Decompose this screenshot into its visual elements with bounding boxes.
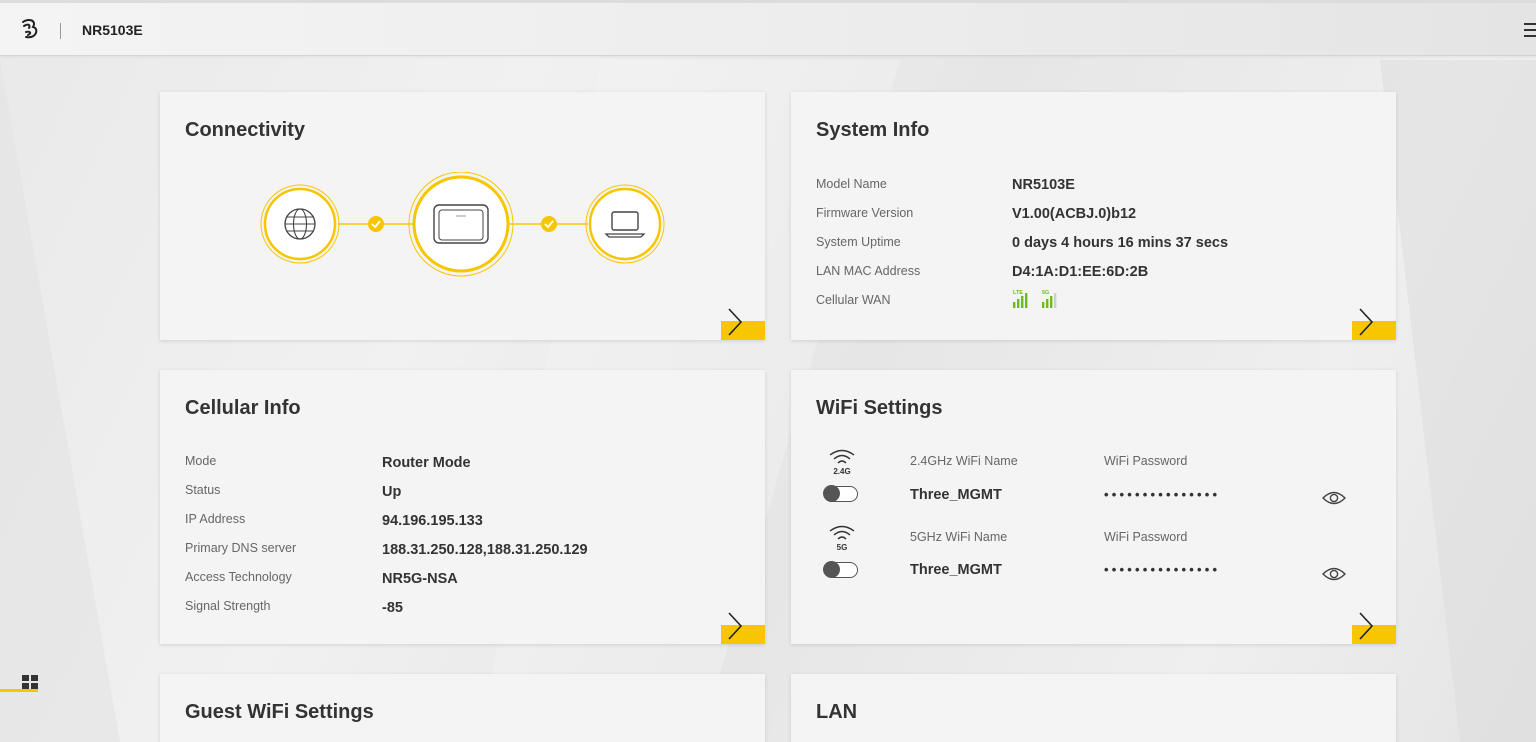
system-uptime-label: System Uptime <box>816 235 901 249</box>
show-password-eye-icon[interactable] <box>1322 490 1346 506</box>
model-title: NR5103E <box>82 22 143 38</box>
system-info-title: System Info <box>816 119 930 141</box>
lan-card: LAN <box>791 674 1396 742</box>
chevron-right-icon <box>728 308 743 336</box>
wifi-5g-icon: 5G <box>829 525 855 552</box>
connectivity-title: Connectivity <box>185 119 306 141</box>
lan-mac-label: LAN MAC Address <box>816 264 921 278</box>
signal-bar <box>1054 293 1057 308</box>
wifi-5g-name-label: 5GHz WiFi Name <box>910 530 1008 544</box>
cellular-info-card: Cellular Info Mode Router Mode Status Up… <box>160 370 765 644</box>
mode-value: Router Mode <box>382 455 471 471</box>
chevron-right-icon <box>1359 612 1374 640</box>
logo-separator <box>60 23 61 39</box>
connectivity-card: Connectivity <box>160 92 765 340</box>
access-technology-label: Access Technology <box>185 570 292 584</box>
wifi-5g-password-label: WiFi Password <box>1104 530 1188 544</box>
show-password-eye-icon[interactable] <box>1322 566 1346 582</box>
wifi-2g-password-label: WiFi Password <box>1104 454 1188 468</box>
cellular-signal-icon: LTE 5G <box>1013 290 1057 308</box>
lan-mac-value: D4:1A:D1:EE:6D:2B <box>1012 264 1149 280</box>
ip-address-value: 94.196.195.133 <box>382 513 483 529</box>
band-label: 2.4G <box>833 467 850 476</box>
grid-icon <box>0 675 38 692</box>
model-name-value: NR5103E <box>1012 177 1075 193</box>
signal-strength-value: -85 <box>382 600 403 616</box>
chevron-right-icon <box>1359 308 1374 336</box>
band-label: 5G <box>837 543 848 552</box>
system-info-card: System Info Model Name NR5103E Firmware … <box>791 92 1396 340</box>
cellular-info-more-button[interactable] <box>721 612 765 644</box>
lan-title: LAN <box>816 701 858 723</box>
check-icon <box>541 216 557 232</box>
cellular-info-title: Cellular Info <box>185 397 301 419</box>
hamburger-menu-icon[interactable] <box>1524 23 1536 37</box>
primary-dns-value: 188.31.250.128,188.31.250.129 <box>382 542 588 558</box>
connectivity-more-button[interactable] <box>721 308 765 340</box>
wifi-settings-more-button[interactable] <box>1352 612 1396 644</box>
wifi-5g-password-value: ••••••••••••••• <box>1104 562 1221 577</box>
three-logo[interactable] <box>18 17 42 41</box>
signal-bar <box>1017 299 1020 308</box>
internet-globe-icon <box>260 184 340 264</box>
firmware-version-value: V1.00(ACBJ.0)b12 <box>1012 206 1137 222</box>
signal-bar <box>1050 296 1053 308</box>
wifi-settings-card: WiFi Settings 2.4G 2.4GHz WiFi Name Thre… <box>791 370 1396 644</box>
signal-strength-label: Signal Strength <box>185 599 271 613</box>
wifi-2g-toggle[interactable] <box>823 485 858 502</box>
signal-bar <box>1042 302 1045 308</box>
top-bar: NR5103E <box>0 0 1536 56</box>
5g-label: 5G <box>1042 290 1049 296</box>
wifi-2g-name-label: 2.4GHz WiFi Name <box>910 454 1018 468</box>
wifi-settings-title: WiFi Settings <box>816 397 943 419</box>
status-label: Status <box>185 483 221 497</box>
signal-bar <box>1013 302 1016 308</box>
wifi-2g-password-value: ••••••••••••••• <box>1104 487 1221 502</box>
mode-label: Mode <box>185 454 217 468</box>
lte-label: LTE <box>1013 290 1023 296</box>
laptop-icon <box>585 184 665 264</box>
system-info-more-button[interactable] <box>1352 308 1396 340</box>
signal-bar <box>1046 299 1049 308</box>
signal-bar <box>1021 296 1024 308</box>
check-icon <box>368 216 384 232</box>
status-value: Up <box>382 484 402 500</box>
wifi-5g-name-value: Three_MGMT <box>910 562 1002 578</box>
router-icon <box>408 172 514 277</box>
connectivity-diagram <box>260 172 665 277</box>
model-name-label: Model Name <box>816 177 887 191</box>
guest-wifi-card: Guest WiFi Settings <box>160 674 765 742</box>
wifi-2g-name-value: Three_MGMT <box>910 487 1002 503</box>
widget-grid-toggle[interactable] <box>0 672 40 698</box>
signal-bar <box>1025 293 1028 308</box>
firmware-version-label: Firmware Version <box>816 206 914 220</box>
guest-wifi-title: Guest WiFi Settings <box>185 701 374 723</box>
ip-address-label: IP Address <box>185 512 246 526</box>
wifi-5g-toggle[interactable] <box>823 561 858 578</box>
access-technology-value: NR5G-NSA <box>382 571 458 587</box>
chevron-right-icon <box>728 612 743 640</box>
cellular-wan-label: Cellular WAN <box>816 293 891 307</box>
system-uptime-value: 0 days 4 hours 16 mins 37 secs <box>1012 235 1229 251</box>
primary-dns-label: Primary DNS server <box>185 541 297 555</box>
wifi-2g-icon: 2.4G <box>829 449 855 476</box>
